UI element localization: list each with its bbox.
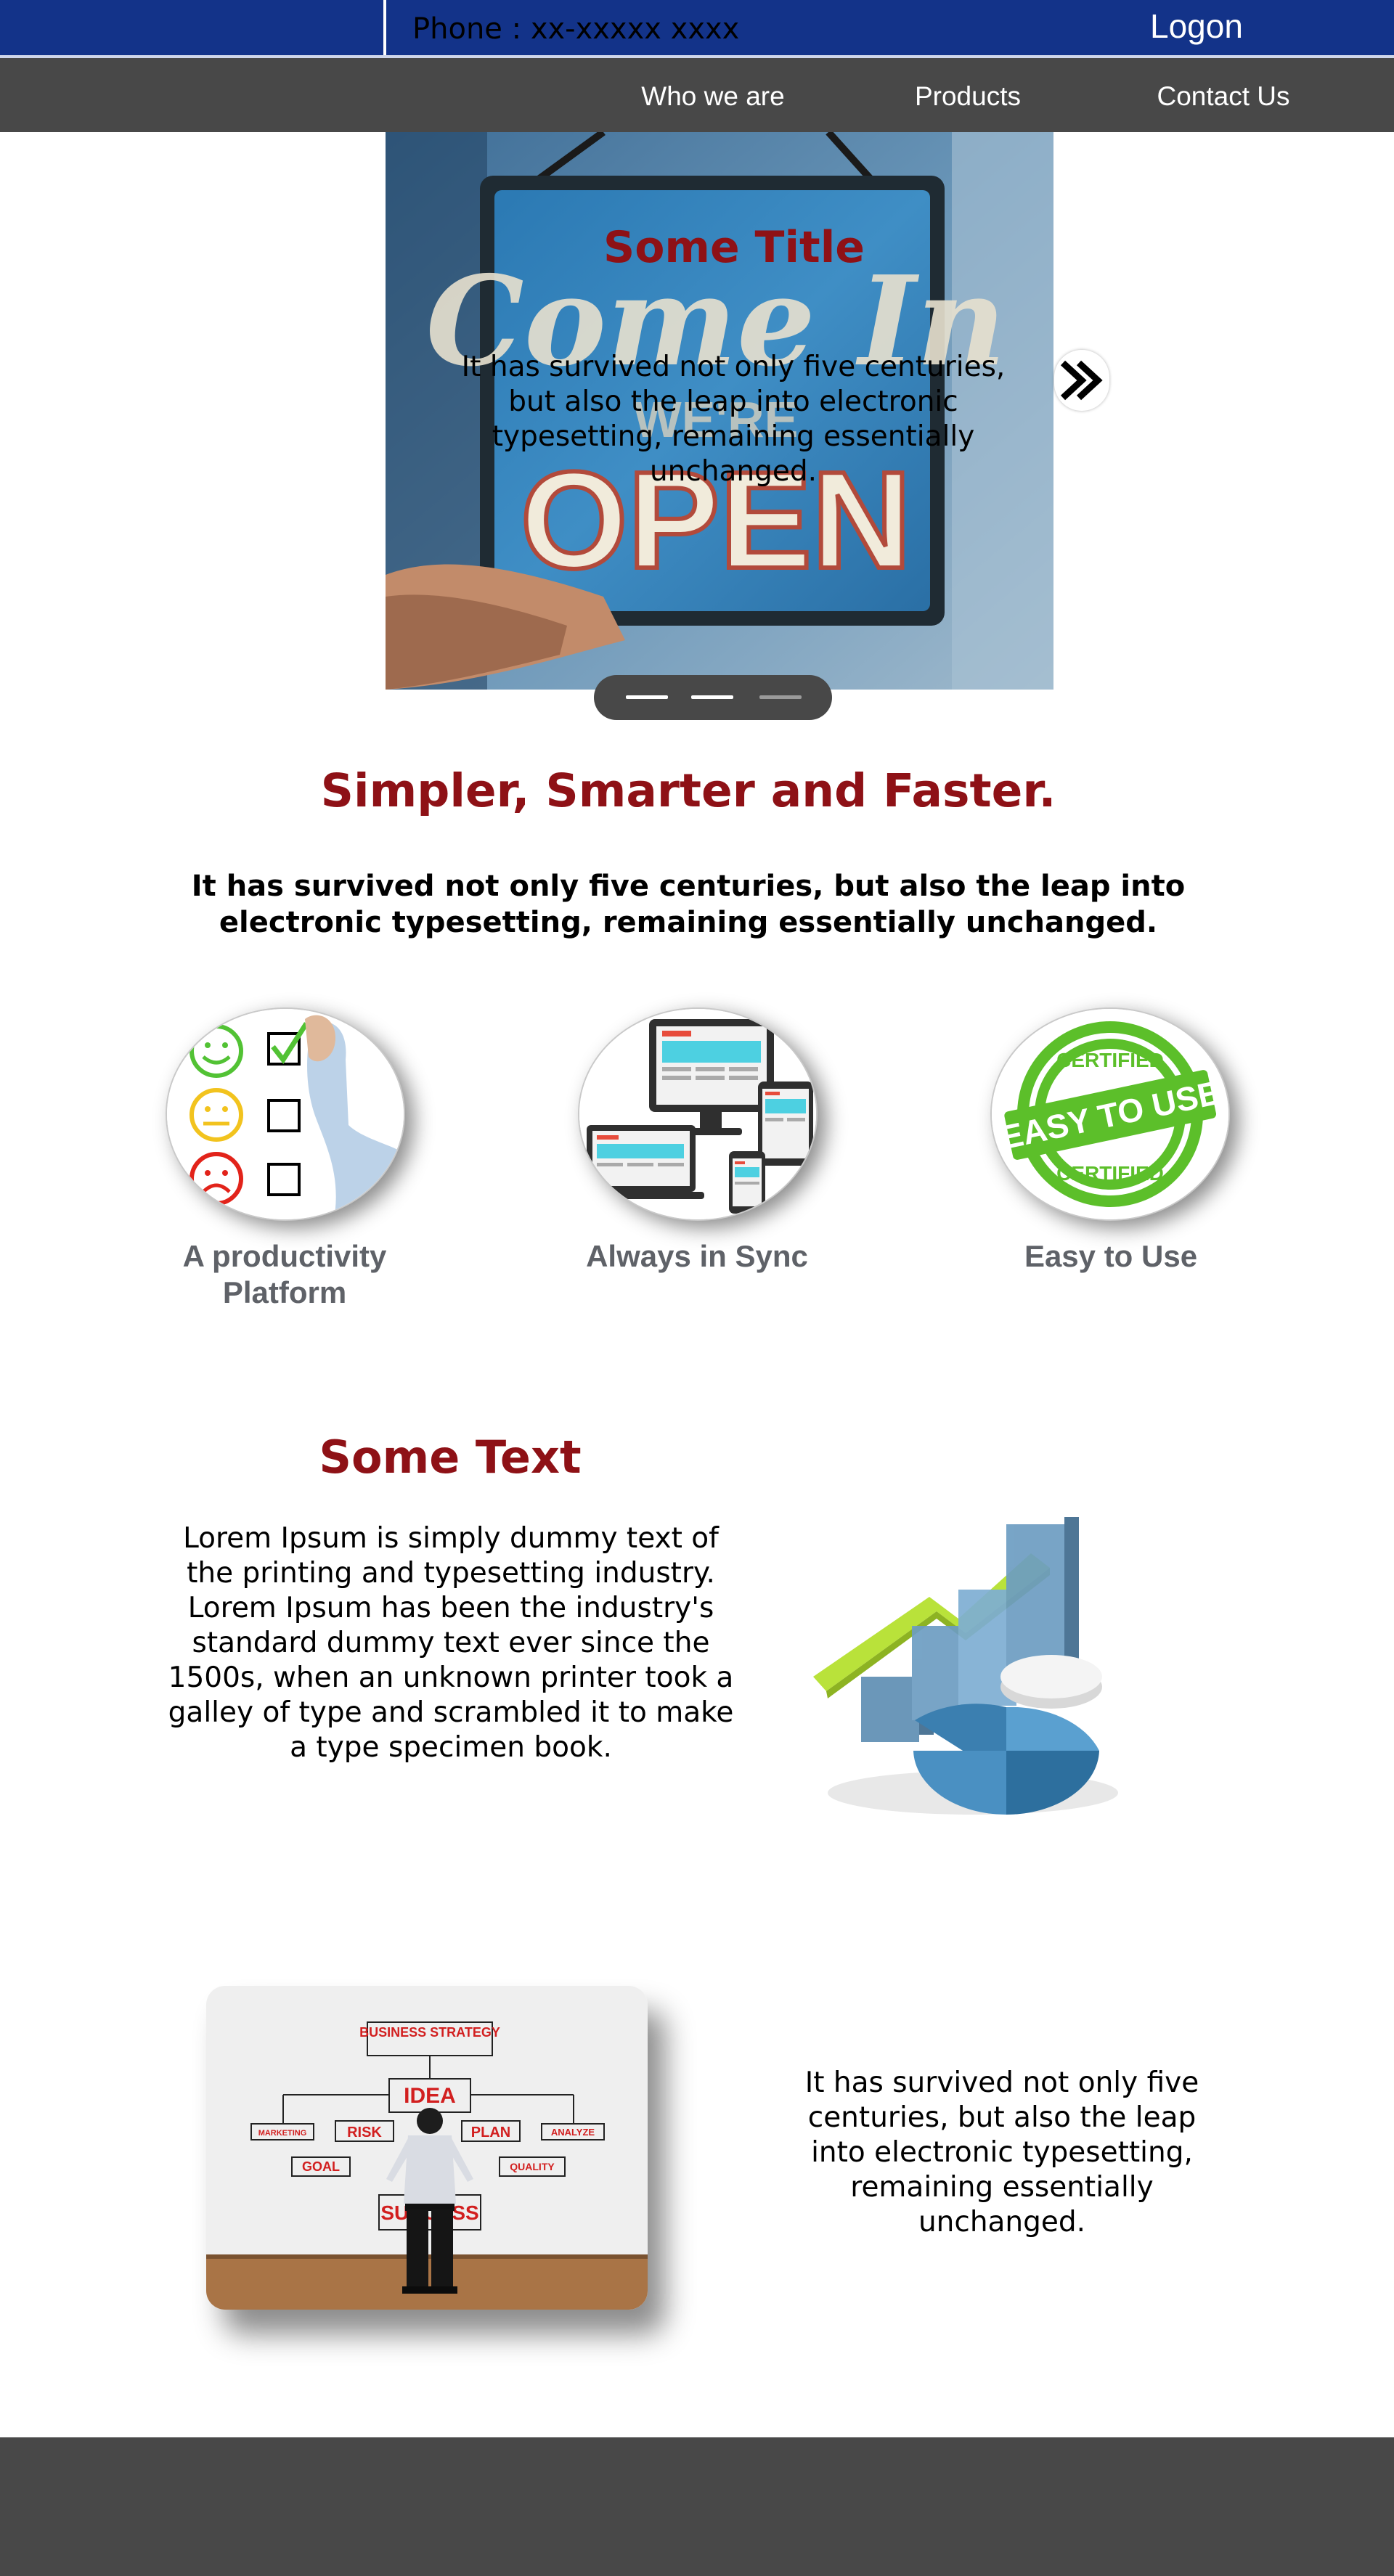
slider-next-button[interactable] [1054,350,1109,411]
feature-label-productivity: A productivity Platform [182,1239,387,1309]
content-title: Some Text [319,1431,582,1484]
feature-label-sync: Always in Sync [586,1239,808,1273]
hero-text: It has survived not only five centuries,… [461,351,1006,488]
board-idea-text: IDEA [404,2084,456,2108]
slider-dot-1[interactable] [626,695,668,699]
board-goal-text: GOAL [302,2159,340,2174]
certified-stamp-icon: CERTIFIED EASY TO USE CERTIFIED [992,1009,1228,1219]
slider-dot-2[interactable] [691,695,733,699]
logon-link[interactable]: Logon [1150,6,1243,46]
phone-number: Phone : xx-xxxxx xxxx [412,12,740,46]
stamp-bottom-text: CERTIFIED [1056,1162,1164,1185]
board-risk-text: RISK [347,2125,382,2140]
content-body: Lorem Ipsum is simply dummy text of the … [168,1522,734,1764]
board-quality-text: QUALITY [510,2161,555,2172]
business-strategy-image: BUSINESS STRATEGY IDEA MARKETING RISK PL… [206,1986,648,2310]
slider-dot-3-active[interactable] [759,695,802,699]
nav-who-we-are[interactable]: Who we are [636,81,790,112]
nav-products[interactable]: Products [900,81,1035,112]
section-subline: It has survived not only five centuries,… [191,870,1186,939]
feature-sync-image [578,1007,818,1221]
board-analyze-text: ANALYZE [551,2127,595,2138]
stamp-top-text: CERTIFIED [1056,1049,1164,1071]
growth-chart-icon [813,1517,1118,1815]
footer [0,2437,1394,2576]
strategy-text: It has survived not only five centuries,… [804,2066,1199,2238]
devices-sync-icon [579,1009,816,1219]
board-top-text: BUSINESS STRATEGY [359,2025,500,2040]
feature-label-easy: Easy to Use [1024,1239,1198,1273]
feature-easy-image: CERTIFIED EASY TO USE CERTIFIED [990,1007,1230,1221]
growth-chart-image [806,1481,1125,1822]
feedback-checklist-icon [167,1009,404,1219]
double-chevron-right-icon [1060,360,1103,401]
feature-productivity-image [166,1007,405,1221]
section-headline: Simpler, Smarter and Faster. [320,764,1056,817]
nav-contact-us[interactable]: Contact Us [1147,81,1300,112]
hero-title: Some Title [603,222,865,273]
board-plan-text: PLAN [471,2125,510,2140]
top-bar-divider [383,0,386,55]
board-marketing-text: MARKETING [258,2129,307,2138]
